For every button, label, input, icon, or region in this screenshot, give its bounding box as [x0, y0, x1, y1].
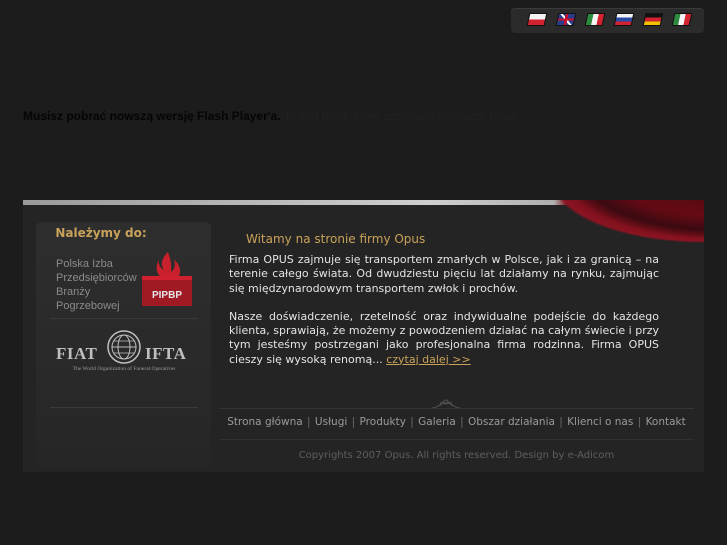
intro-paragraph: Firma OPUS zajmuje się transportem zmarł… [229, 253, 659, 295]
flag-en-icon[interactable] [555, 13, 577, 26]
copyright: Copyrights 2007 Opus. All rights reserve… [298, 450, 615, 461]
nav-separator: | [406, 416, 418, 428]
page-title: Witamy na stronie firmy Opus [246, 232, 426, 246]
nav-home[interactable]: Strona główna [227, 416, 302, 428]
sidebar-title: Należymy do: [55, 226, 147, 240]
language-switcher [511, 8, 704, 33]
nav-separator: | [456, 416, 467, 428]
nav-separator: | [634, 416, 645, 428]
flag-it-icon[interactable] [671, 13, 693, 26]
flag-ru-icon[interactable] [613, 13, 635, 26]
pipbp-membership[interactable]: Polska Izba Przedsiębiorców Branży Pogrz… [50, 242, 198, 318]
flash-notice-bold: Musisz pobrać nowszą wersję Flash Player… [23, 109, 281, 123]
fiat-right: IFTA [145, 344, 187, 363]
sidebar: Należymy do: Polska Izba Przedsiębiorców… [36, 222, 211, 467]
flag-de-icon[interactable] [642, 13, 664, 26]
pipbp-name: Polska Izba Przedsiębiorców Branży Pogrz… [56, 257, 146, 313]
divider [50, 318, 198, 319]
divider [50, 407, 198, 408]
nav-area[interactable]: Obszar działania [468, 416, 555, 428]
fiat-ifta-membership[interactable]: FIAT IFTA The World Organization of Fune… [50, 322, 198, 402]
pipbp-logo: PIPBP [142, 252, 192, 306]
content-panel: Należymy do: Polska Izba Przedsiębiorców… [23, 200, 704, 472]
flash-notice-text: To jest tekst, który zastępuje animację … [280, 109, 522, 123]
pipbp-logo-text: PIPBP [152, 290, 182, 301]
nav-services[interactable]: Usługi [315, 416, 347, 428]
nav-separator: | [348, 416, 359, 428]
footer-nav: Strona główna | Usługi | Produkty | Gale… [219, 416, 694, 428]
nav-testimonials[interactable]: Klienci o nas [567, 416, 633, 428]
flag-pl-icon[interactable] [526, 13, 548, 26]
nav-contact[interactable]: Kontakt [646, 416, 686, 428]
divider [219, 439, 694, 440]
fiat-left: FIAT [56, 344, 98, 363]
divider [219, 408, 694, 409]
globe-seal-icon [107, 330, 141, 364]
flash-notice: Musisz pobrać nowszą wersję Flash Player… [23, 109, 713, 123]
nav-separator: | [555, 416, 567, 428]
header-swoosh-shade [529, 200, 704, 252]
nav-products[interactable]: Produkty [360, 416, 406, 428]
pipbp-line: Przedsiębiorców [56, 272, 137, 284]
fiat-subtitle: The World Organization of Funeral Operat… [72, 366, 176, 372]
read-more-link[interactable]: czytaj dalej >> [386, 353, 470, 366]
pipbp-line: Polska Izba [56, 258, 113, 270]
nav-gallery[interactable]: Galeria [418, 416, 456, 428]
flag-it-icon[interactable] [584, 13, 606, 26]
nav-separator: | [303, 416, 314, 428]
pipbp-line: Pogrzebowej [56, 300, 120, 312]
intro-paragraph-2: Nasze doświadczenie, rzetelność oraz ind… [229, 310, 659, 367]
pipbp-line: Branży [56, 286, 91, 298]
intro-text: Firma OPUS zajmuje się transportem zmarł… [229, 253, 659, 381]
